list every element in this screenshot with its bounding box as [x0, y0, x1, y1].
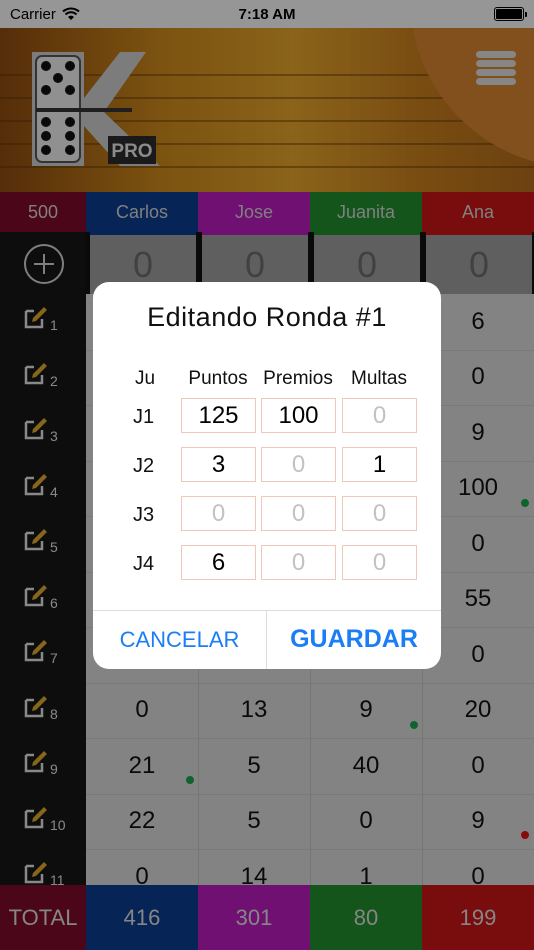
- multas-input-j4[interactable]: 0: [342, 545, 417, 580]
- multas-input-j3[interactable]: 0: [342, 496, 417, 531]
- row-label-j1: J1: [133, 406, 155, 428]
- col-header-ju: Ju: [134, 368, 156, 389]
- row-label-j3: J3: [133, 504, 155, 526]
- dialog-title: Editando Ronda #1: [147, 302, 387, 332]
- col-header-puntos: Puntos: [188, 368, 248, 389]
- multas-input-j1[interactable]: 0: [342, 398, 417, 433]
- col-header-premios: Premios: [263, 368, 333, 389]
- save-button[interactable]: GUARDAR: [267, 610, 441, 669]
- puntos-input-j4[interactable]: 6: [181, 545, 256, 580]
- multas-input-j2[interactable]: 1: [342, 447, 417, 482]
- col-header-multas: Multas: [351, 368, 407, 389]
- premios-input-j2[interactable]: 0: [261, 447, 336, 482]
- cancel-button[interactable]: CANCELAR: [93, 610, 266, 669]
- puntos-input-j2[interactable]: 3: [181, 447, 256, 482]
- premios-input-j4[interactable]: 0: [261, 545, 336, 580]
- puntos-input-j1[interactable]: 125: [181, 398, 256, 433]
- puntos-input-j3[interactable]: 0: [181, 496, 256, 531]
- premios-input-j3[interactable]: 0: [261, 496, 336, 531]
- premios-input-j1[interactable]: 100: [261, 398, 336, 433]
- edit-round-dialog: Editando Ronda #1 Ju Puntos Premios Mult…: [93, 282, 441, 669]
- row-label-j4: J4: [133, 553, 155, 575]
- row-label-j2: J2: [133, 455, 155, 477]
